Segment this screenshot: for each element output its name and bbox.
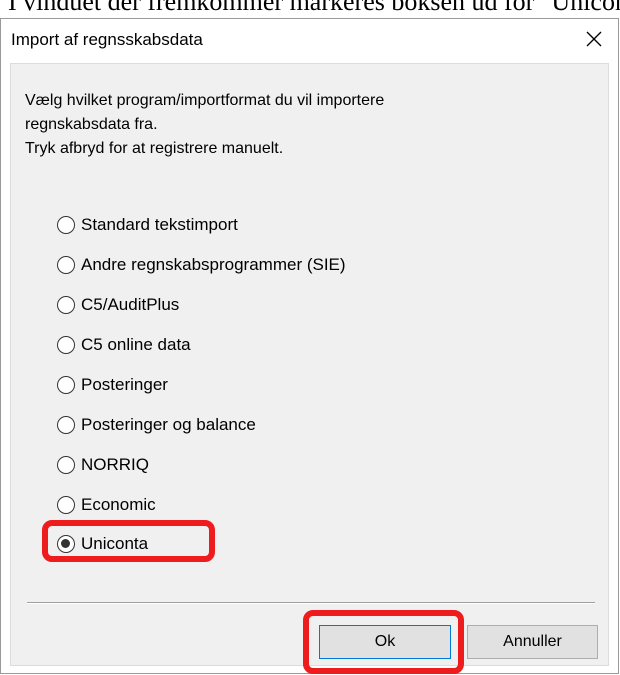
instruction-line: Tryk afbryd for at registrere manuelt. <box>25 140 284 157</box>
radio-c5-online-data[interactable]: C5 online data <box>57 332 191 358</box>
radio-standard-tekstimport[interactable]: Standard tekstimport <box>57 212 238 238</box>
radio-label: NORRIQ <box>81 455 149 474</box>
dialog-body: Vælg hvilket program/importformat du vil… <box>10 63 609 674</box>
separator <box>27 602 595 604</box>
radio-posteringer-og-balance[interactable]: Posteringer og balance <box>57 412 256 438</box>
radio-button[interactable] <box>57 336 75 354</box>
close-button[interactable] <box>570 19 618 59</box>
radio-label: Standard tekstimport <box>81 215 238 234</box>
radio-andre-regnskabsprogrammer[interactable]: Andre regnskabsprogrammer (SIE) <box>57 252 346 278</box>
close-icon <box>586 31 602 47</box>
radio-c5-auditplus[interactable]: C5/AuditPlus <box>57 292 179 318</box>
radio-label: C5 online data <box>81 335 191 354</box>
instruction-line: Vælg hvilket program/importformat du vil… <box>25 92 385 109</box>
radio-label: Economic <box>81 495 156 514</box>
radio-button[interactable] <box>57 416 75 434</box>
radio-button[interactable] <box>57 496 75 514</box>
background-text: I vinduet der fremkommer markeres boksen… <box>8 0 620 16</box>
instructions-text: Vælg hvilket program/importformat du vil… <box>25 89 384 161</box>
radio-button-selected[interactable] <box>57 535 75 553</box>
cancel-button[interactable]: Annuller <box>467 625 598 659</box>
radio-label: Posteringer <box>81 375 168 394</box>
radio-button[interactable] <box>57 456 75 474</box>
ok-button[interactable]: Ok <box>319 625 451 659</box>
radio-uniconta[interactable]: Uniconta <box>57 531 148 557</box>
dialog-titlebar: Import af regnsskabsdata <box>1 19 618 63</box>
radio-norriq[interactable]: NORRIQ <box>57 452 149 478</box>
radio-button[interactable] <box>57 376 75 394</box>
radio-label: C5/AuditPlus <box>81 295 180 314</box>
radio-button[interactable] <box>57 216 75 234</box>
dialog-title: Import af regnsskabsdata <box>11 30 203 49</box>
radio-posteringer[interactable]: Posteringer <box>57 372 168 398</box>
radio-label: Posteringer og balance <box>81 415 256 434</box>
radio-label: Andre regnskabsprogrammer (SIE) <box>81 255 346 274</box>
radio-economic[interactable]: Economic <box>57 492 156 518</box>
instruction-line: regnskabsdata fra. <box>25 116 158 133</box>
radio-button[interactable] <box>57 256 75 274</box>
import-dialog: Import af regnsskabsdata Vælg hvilket pr… <box>0 18 619 674</box>
radio-label: Uniconta <box>81 534 149 553</box>
radio-button[interactable] <box>57 296 75 314</box>
